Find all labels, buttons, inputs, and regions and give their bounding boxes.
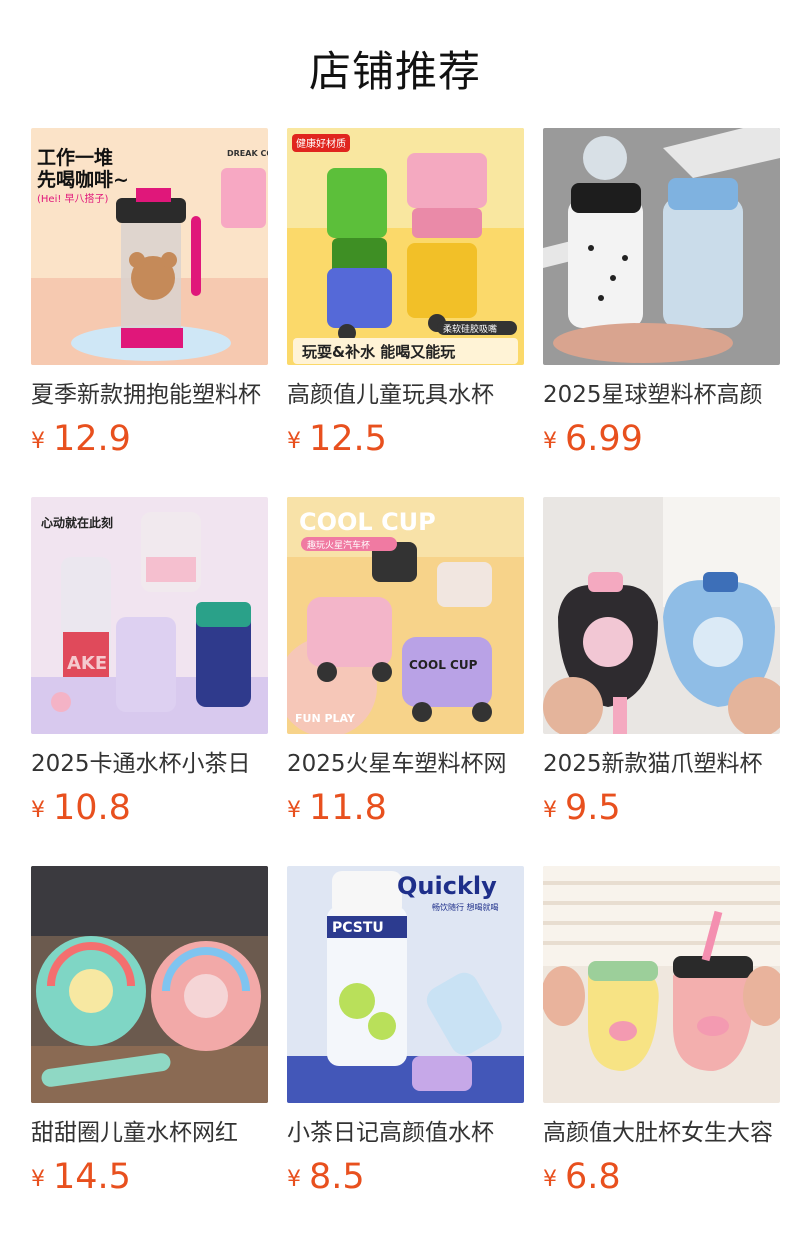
currency-symbol: ¥ [287, 798, 301, 823]
price-value: 14.5 [53, 1157, 131, 1197]
image-caption: 玩耍&补水 能喝又能玩 [302, 343, 455, 361]
product-image[interactable]: 健康好材质 玩耍&补水 能喝又能玩 柔软硅胶吸嘴 [287, 128, 524, 365]
product-name: 甜甜圈儿童水杯网红 [31, 1120, 238, 1146]
product-card[interactable]: 工作一堆 先喝咖啡~ (Hei! 早八搭子) DREAK COFFEE 夏季新款… [31, 128, 268, 461]
price-value: 8.5 [309, 1157, 365, 1197]
product-name: 高颜值大肚杯女生大容 [543, 1120, 773, 1146]
product-name: 高颜值儿童玩具水杯 [287, 382, 494, 408]
image-caption: COOL CUP [409, 658, 478, 672]
section-title: 店铺推荐 [308, 47, 481, 96]
currency-symbol: ¥ [31, 1167, 45, 1192]
product-card[interactable]: 心动就在此刻 AKE 2025卡通水杯小茶日 ¥10.8 [31, 497, 268, 830]
product-image[interactable]: COOL CUP 趣玩火星汽车杯 COOL CUP FUN PLAY [287, 497, 524, 734]
product-card[interactable]: 甜甜圈儿童水杯网红 ¥14.5 [31, 866, 268, 1199]
image-caption: FUN PLAY [295, 712, 356, 725]
product-price: ¥10.8 [31, 786, 268, 830]
image-caption: 心动就在此刻 [41, 515, 113, 530]
product-card[interactable]: 2025新款猫爪塑料杯 ¥9.5 [543, 497, 780, 830]
image-caption: (Hei! 早八搭子) [37, 192, 109, 205]
product-name: 2025新款猫爪塑料杯 [543, 751, 763, 777]
product-price: ¥6.8 [543, 1155, 780, 1199]
currency-symbol: ¥ [287, 1167, 301, 1192]
product-image[interactable] [31, 866, 268, 1103]
product-name: 2025星球塑料杯高颜 [543, 382, 763, 408]
currency-symbol: ¥ [287, 429, 301, 454]
product-image[interactable] [543, 497, 780, 734]
price-value: 9.5 [565, 788, 621, 828]
product-image[interactable]: 心动就在此刻 AKE [31, 497, 268, 734]
product-image[interactable]: PCSTU Quickly 畅饮随行 想喝就喝 [287, 866, 524, 1103]
image-caption: PCSTU [332, 920, 384, 936]
product-price: ¥11.8 [287, 786, 524, 830]
image-caption: Quickly [397, 872, 497, 900]
product-card[interactable]: 2025星球塑料杯高颜 ¥6.99 [543, 128, 780, 461]
product-name: 夏季新款拥抱能塑料杯 [31, 382, 261, 408]
product-name: 小茶日记高颜值水杯 [287, 1120, 494, 1146]
image-caption: DREAK COFFEE [227, 149, 268, 158]
price-value: 12.9 [53, 419, 131, 459]
currency-symbol: ¥ [31, 798, 45, 823]
price-value: 11.8 [309, 788, 387, 828]
image-caption: 工作一堆 [37, 146, 113, 169]
product-price: ¥12.5 [287, 417, 524, 461]
product-price: ¥14.5 [31, 1155, 268, 1199]
currency-symbol: ¥ [31, 429, 45, 454]
image-caption: 先喝咖啡~ [37, 168, 129, 191]
price-value: 12.5 [309, 419, 387, 459]
image-caption: 畅饮随行 想喝就喝 [432, 902, 499, 912]
price-value: 6.99 [565, 419, 643, 459]
product-image[interactable] [543, 128, 780, 365]
currency-symbol: ¥ [543, 798, 557, 823]
product-card[interactable]: PCSTU Quickly 畅饮随行 想喝就喝 小茶日记高颜值水杯 ¥8.5 [287, 866, 524, 1199]
price-value: 10.8 [53, 788, 131, 828]
image-caption: AKE [67, 653, 107, 674]
product-card[interactable]: 高颜值大肚杯女生大容 ¥6.8 [543, 866, 780, 1199]
image-caption: COOL CUP [299, 508, 436, 536]
product-price: ¥8.5 [287, 1155, 524, 1199]
product-image[interactable] [543, 866, 780, 1103]
product-price: ¥12.9 [31, 417, 268, 461]
product-price: ¥6.99 [543, 417, 780, 461]
product-image[interactable]: 工作一堆 先喝咖啡~ (Hei! 早八搭子) DREAK COFFEE [31, 128, 268, 365]
product-card[interactable]: 健康好材质 玩耍&补水 能喝又能玩 柔软硅胶吸嘴 高颜值儿童玩具水杯 ¥12.5 [287, 128, 524, 461]
product-card[interactable]: COOL CUP 趣玩火星汽车杯 COOL CUP FUN PLAY 2025火… [287, 497, 524, 830]
product-name: 2025卡通水杯小茶日 [31, 751, 251, 777]
currency-symbol: ¥ [543, 429, 557, 454]
product-name: 2025火星车塑料杯网 [287, 751, 507, 777]
price-value: 6.8 [565, 1157, 621, 1197]
product-price: ¥9.5 [543, 786, 780, 830]
currency-symbol: ¥ [543, 1167, 557, 1192]
image-caption: 柔软硅胶吸嘴 [443, 323, 497, 335]
image-caption: 趣玩火星汽车杯 [307, 539, 370, 551]
image-caption: 健康好材质 [296, 137, 346, 150]
